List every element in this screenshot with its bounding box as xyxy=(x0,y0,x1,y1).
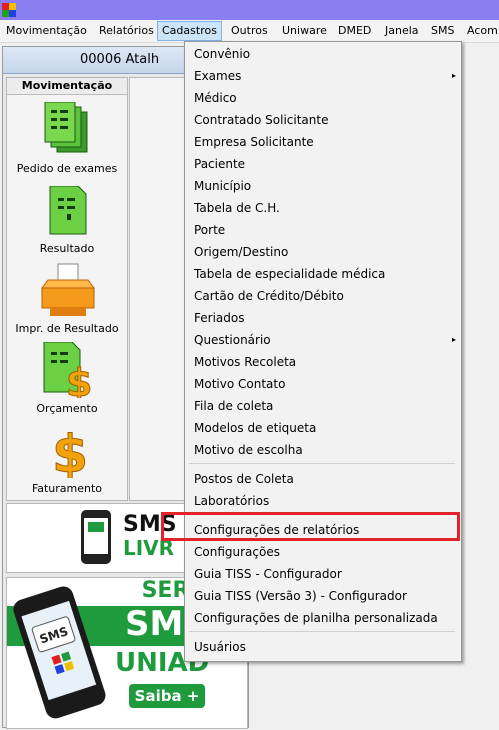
menu-item-exames[interactable]: Exames ▸ xyxy=(186,65,466,87)
menu-item-convenio[interactable]: Convênio xyxy=(186,43,466,65)
shortcut-pedido-exames[interactable]: Pedido de exames xyxy=(7,100,127,180)
menu-item-postos-coleta[interactable]: Postos de Coleta xyxy=(186,468,466,490)
menu-cadastros[interactable]: Cadastros xyxy=(157,21,222,41)
submenu-arrow-icon: ▸ xyxy=(451,335,456,344)
menu-item-motivo-contato[interactable]: Motivo Contato xyxy=(186,373,466,395)
menu-item-origem-destino[interactable]: Origem/Destino xyxy=(186,241,466,263)
menu-uniware[interactable]: Uniware xyxy=(278,22,331,40)
menu-acom[interactable]: Acom xyxy=(463,22,499,40)
menu-item-label: Exames xyxy=(194,69,242,83)
phone-sms-icon xyxy=(81,510,111,564)
menu-item-porte[interactable]: Porte xyxy=(186,219,466,241)
saiba-mais-button[interactable]: Saiba + xyxy=(129,684,205,708)
pedido-exames-icon xyxy=(44,102,88,153)
cadastros-dropdown-menu: Convênio Exames ▸ Médico Contratado Solic… xyxy=(184,41,462,662)
highlight-box xyxy=(161,512,460,541)
menu-separator xyxy=(189,463,455,464)
app-logo-icon xyxy=(2,3,16,17)
menu-outros[interactable]: Outros xyxy=(227,22,272,40)
menu-item-contratado-solicitante[interactable]: Contratado Solicitante xyxy=(186,109,466,131)
resultado-icon xyxy=(49,186,87,235)
menu-relatorios[interactable]: Relatórios xyxy=(95,22,158,40)
menu-item-configuracoes[interactable]: Configurações xyxy=(186,541,466,563)
shortcut-label: Resultado xyxy=(39,242,95,255)
shortcut-faturamento[interactable]: $ Faturamento xyxy=(7,420,127,500)
shortcut-label: Orçamento xyxy=(36,402,98,415)
menu-item-paciente[interactable]: Paciente xyxy=(186,153,466,175)
menu-item-feriados[interactable]: Feriados xyxy=(186,307,466,329)
shortcut-label: Pedido de exames xyxy=(16,162,118,175)
menu-item-cartao-credito[interactable]: Cartão de Crédito/Débito xyxy=(186,285,466,307)
shortcut-resultado[interactable]: Resultado xyxy=(7,180,127,260)
dollar-icon: $ xyxy=(52,425,89,479)
orcamento-icon: $ xyxy=(43,342,93,398)
shortcuts-title: Movimentação xyxy=(7,78,127,95)
title-bar xyxy=(0,0,499,20)
menu-item-municipio[interactable]: Município xyxy=(186,175,466,197)
menu-item-modelos-etiqueta[interactable]: Modelos de etiqueta xyxy=(186,417,466,439)
menu-item-guia-tiss-v3-configurador[interactable]: Guia TISS (Versão 3) - Configurador xyxy=(186,585,466,607)
menu-item-tabela-ch[interactable]: Tabela de C.H. xyxy=(186,197,466,219)
menu-item-motivo-escolha[interactable]: Motivo de escolha xyxy=(186,439,466,461)
menu-janela[interactable]: Janela xyxy=(381,22,423,40)
menu-item-configuracoes-planilha[interactable]: Configurações de planilha personalizada xyxy=(186,607,466,629)
menu-movimentacao[interactable]: Movimentação xyxy=(2,22,91,40)
menu-item-motivos-recoleta[interactable]: Motivos Recoleta xyxy=(186,351,466,373)
menu-item-fila-coleta[interactable]: Fila de coleta xyxy=(186,395,466,417)
window-title: 00006 Atalh xyxy=(80,52,160,67)
svg-text:$: $ xyxy=(52,425,88,478)
shortcuts-panel: Movimentação Pedido de exames Resultado … xyxy=(6,77,128,501)
menu-item-questionario[interactable]: Questionário ▸ xyxy=(186,329,466,351)
menu-item-tabela-especialidade[interactable]: Tabela de especialidade médica xyxy=(186,263,466,285)
svg-text:$: $ xyxy=(66,361,92,398)
shortcut-orcamento[interactable]: $ Orçamento xyxy=(7,340,127,420)
menu-bar: Movimentação Relatórios Cadastros Outros… xyxy=(0,20,499,43)
shortcut-label: Impr. de Resultado xyxy=(15,322,119,335)
menu-item-usuarios[interactable]: Usuários xyxy=(186,636,466,658)
menu-item-laboratorios[interactable]: Laboratórios xyxy=(186,490,466,512)
shortcut-label: Faturamento xyxy=(31,482,103,495)
printer-icon xyxy=(41,263,95,316)
phone-sms-icon: SMS xyxy=(13,586,106,719)
shortcut-impr-resultado[interactable]: Impr. de Resultado xyxy=(7,260,127,340)
submenu-arrow-icon: ▸ xyxy=(451,71,456,80)
menu-item-label: Questionário xyxy=(194,333,271,347)
menu-separator xyxy=(189,631,455,632)
menu-item-medico[interactable]: Médico xyxy=(186,87,466,109)
menu-sms[interactable]: SMS xyxy=(427,22,458,40)
menu-item-empresa-solicitante[interactable]: Empresa Solicitante xyxy=(186,131,466,153)
menu-dmed[interactable]: DMED xyxy=(334,22,375,40)
menu-item-guia-tiss-configurador[interactable]: Guia TISS - Configurador xyxy=(186,563,466,585)
